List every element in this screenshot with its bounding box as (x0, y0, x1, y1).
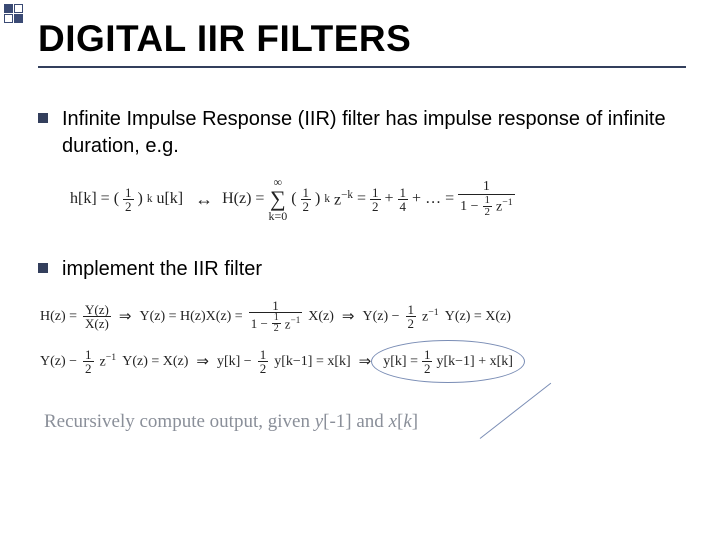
implies-icon: ⇒ (357, 352, 374, 371)
eq-text: Y(z) = X(z) (122, 354, 188, 370)
fraction: 1 1 − 1 2 z−1 (249, 299, 303, 334)
eq-text: H(z) = (40, 309, 77, 325)
fraction: 1 2 (258, 348, 269, 375)
fraction: 1 2 (422, 348, 433, 375)
eq-text: Y(z) − (40, 354, 77, 370)
eq-text: u[k] (156, 190, 183, 208)
fraction: 1 4 (398, 186, 409, 213)
bullet-square-icon (38, 263, 48, 273)
eq-text: y[k] − (217, 354, 252, 370)
slide-title: DIGITAL IIR FILTERS (38, 18, 686, 60)
implies-icon: ⇒ (194, 352, 211, 371)
fraction: 1 2 (370, 186, 381, 213)
bullet-item: implement the IIR filter (38, 256, 686, 283)
eq-text: X(z) (308, 309, 334, 325)
bullet-text: Infinite Impulse Response (IIR) filter h… (62, 106, 686, 160)
fraction: 1 1 − 1 2 z−1 (458, 180, 515, 218)
highlighted-result: y[k] = 1 2 y[k−1] + x[k] (379, 346, 517, 377)
fraction: 1 2 (123, 186, 134, 213)
eq-text: Y(z) = X(z) (445, 309, 511, 325)
fraction: 1 2 (83, 348, 94, 375)
equation-impulse: h[k] = ( 1 2 )k u[k] ↔ H(z) = ∞ ∑ k=0 ( … (70, 176, 686, 222)
footer-note: Recursively compute output, given y[-1] … (44, 411, 686, 433)
slide: DIGITAL IIR FILTERS Infinite Impulse Res… (0, 0, 720, 453)
fraction: 1 2 (301, 186, 312, 213)
fraction: 1 2 (406, 303, 417, 330)
implies-icon: ⇒ (117, 307, 134, 326)
eq-text: Y(z) − (363, 309, 400, 325)
bullet-square-icon (38, 113, 48, 123)
implies-icon: ⇒ (340, 307, 357, 326)
bullet-text: implement the IIR filter (62, 256, 262, 283)
summation-icon: ∞ ∑ k=0 (268, 176, 287, 222)
bullet-item: Infinite Impulse Response (IIR) filter h… (38, 106, 686, 160)
eq-text: y[k−1] = x[k] (274, 354, 350, 370)
equation-derivation: H(z) = Y(z) X(z) ⇒ Y(z) = H(z)X(z) = 1 1… (40, 299, 686, 377)
arrow-icon: ↔ (187, 189, 218, 210)
eq-text: h[k] = (70, 190, 110, 208)
fraction: Y(z) X(z) (83, 303, 111, 330)
title-rule (38, 66, 686, 68)
eq-text: H(z) = (222, 190, 264, 208)
eq-text: Y(z) = H(z)X(z) = (139, 309, 242, 325)
